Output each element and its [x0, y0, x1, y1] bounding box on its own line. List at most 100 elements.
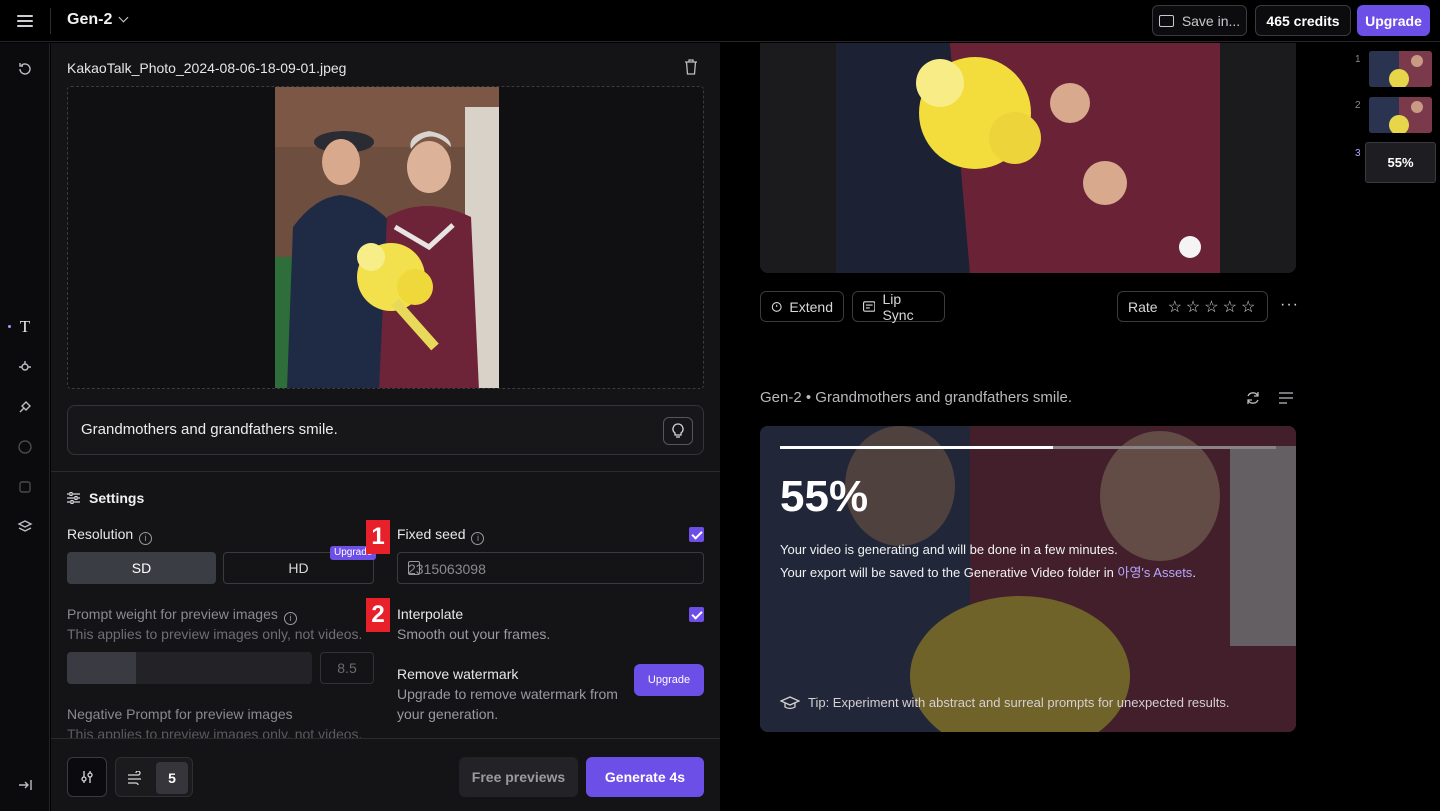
menu-icon[interactable]: [17, 13, 33, 29]
assets-link[interactable]: 아영's Assets: [1118, 565, 1193, 580]
trash-icon[interactable]: [684, 59, 698, 75]
fixed-seed-checkbox[interactable]: [689, 527, 704, 542]
clock-icon: [771, 302, 782, 312]
input-panel: KakaoTalk_Photo_2024-08-06-18-09-01.jpeg: [51, 43, 720, 811]
prompt-suggest-button[interactable]: [663, 417, 693, 445]
history-icon[interactable]: [15, 59, 35, 79]
lip-sync-label: Lip Sync: [882, 290, 914, 323]
graduation-cap-icon: [780, 695, 800, 709]
extend-label: Extend: [789, 298, 833, 315]
prompt-weight-value[interactable]: 8.5: [320, 652, 374, 684]
info-icon[interactable]: i: [283, 612, 297, 625]
model-selector[interactable]: Gen-2: [67, 11, 129, 29]
interpolate-sub: Smooth out your frames.: [397, 626, 551, 642]
settings-title: Settings: [89, 490, 145, 506]
settings-header[interactable]: Settings: [67, 490, 144, 506]
thumb-number: 1: [1355, 54, 1361, 65]
save-in-label: Save in...: [1181, 12, 1241, 29]
generation-progress-card: 55% Your video is generating and will be…: [760, 426, 1296, 732]
lip-sync-button[interactable]: Lip Sync: [852, 290, 945, 323]
text-to-video-icon[interactable]: T: [15, 317, 35, 337]
thumbnail-3-progress[interactable]: 55%: [1365, 142, 1436, 183]
remove-watermark-sub-2: your generation.: [397, 706, 499, 722]
details-icon[interactable]: [1279, 392, 1293, 404]
tip: Tip: Experiment with abstract and surrea…: [780, 695, 1229, 710]
generated-video-preview[interactable]: [760, 43, 1296, 273]
more-options-icon[interactable]: ···: [1280, 296, 1299, 314]
progress-fill: [780, 446, 1053, 449]
layers-icon[interactable]: [15, 517, 35, 537]
thumbnail-1[interactable]: [1369, 51, 1432, 87]
divider: [50, 8, 51, 34]
copy-icon[interactable]: [408, 561, 420, 575]
credits-button[interactable]: 465 credits: [1255, 5, 1351, 36]
image-drop-area[interactable]: [67, 86, 704, 389]
star-icon[interactable]: ☆: [1223, 297, 1237, 317]
palette-icon[interactable]: [15, 437, 35, 457]
generate-button[interactable]: Generate 4s: [586, 757, 704, 797]
interpolate-label: Interpolate: [397, 606, 464, 622]
resolution-sd-option[interactable]: SD: [67, 552, 216, 584]
upgrade-button[interactable]: Upgrade: [1357, 5, 1430, 36]
free-previews-button[interactable]: Free previews: [459, 757, 578, 797]
thumbnail-2[interactable]: [1369, 97, 1432, 133]
rate-control: Rate ☆ ☆ ☆ ☆ ☆: [1117, 291, 1268, 322]
export-message-text: Your export will be saved to the Generat…: [780, 565, 1118, 580]
motion-icon[interactable]: [15, 357, 35, 377]
negative-prompt-label: Negative Prompt for preview images: [67, 706, 293, 722]
chevron-down-icon: [118, 12, 129, 23]
status-message: Your video is generating and will be don…: [780, 542, 1118, 557]
uploaded-photo: [275, 87, 499, 388]
upgrade-label: Upgrade: [1365, 12, 1422, 29]
remove-watermark-label: Remove watermark: [397, 666, 519, 682]
annotation-marker-1: 1: [366, 520, 390, 554]
sliders-icon: [67, 492, 80, 504]
remove-watermark-sub-1: Upgrade to remove watermark from: [397, 686, 618, 702]
folder-icon: [1158, 14, 1174, 27]
export-message-end: .: [1192, 565, 1196, 580]
info-icon[interactable]: i: [139, 532, 153, 545]
thumb-number: 3: [1355, 148, 1361, 159]
tune-icon: [81, 771, 93, 783]
video-count-control[interactable]: 5: [115, 757, 193, 797]
star-icon[interactable]: ☆: [1168, 297, 1182, 317]
top-bar: Gen-2 Save in... 465 credits Upgrade: [0, 0, 1440, 42]
star-icon[interactable]: ☆: [1241, 297, 1255, 317]
progress-bar: [780, 446, 1276, 449]
fixed-seed-label: Fixed seed i: [397, 526, 485, 545]
brush-icon[interactable]: [15, 397, 35, 417]
divider: [51, 471, 720, 472]
resolution-label: Resolution i: [67, 526, 153, 545]
remove-watermark-upgrade-button[interactable]: Upgrade: [634, 664, 704, 696]
prompt-weight-label-text: Prompt weight for preview images: [67, 606, 278, 622]
star-icon[interactable]: ☆: [1186, 297, 1200, 317]
prompt-weight-sub: This applies to preview images only, not…: [67, 626, 363, 642]
thumb-number: 2: [1355, 100, 1361, 111]
prompt-text: Grandmothers and grandfathers smile.: [81, 421, 338, 438]
refresh-icon[interactable]: [1245, 390, 1261, 406]
hd-label: HD: [288, 560, 309, 576]
rate-label: Rate: [1128, 298, 1158, 315]
file-name: KakaoTalk_Photo_2024-08-06-18-09-01.jpeg: [67, 60, 347, 76]
seed-input[interactable]: 2315063098: [397, 552, 704, 584]
resolution-label-text: Resolution: [67, 526, 134, 542]
info-icon[interactable]: i: [471, 532, 485, 545]
prompt-weight-slider[interactable]: [67, 652, 312, 684]
model-name: Gen-2: [67, 11, 113, 28]
active-dot: [8, 325, 11, 328]
tip-text: Tip: Experiment with abstract and surrea…: [808, 695, 1230, 710]
collapse-panel-icon[interactable]: [15, 775, 35, 795]
extend-button[interactable]: Extend: [760, 291, 844, 322]
advanced-settings-button[interactable]: [67, 757, 107, 797]
video-count-value: 5: [156, 762, 188, 794]
star-icon[interactable]: ☆: [1204, 297, 1218, 317]
frame-icon[interactable]: [15, 477, 35, 497]
prompt-input[interactable]: Grandmothers and grandfathers smile.: [67, 405, 704, 455]
generation-title: Gen-2 • Grandmothers and grandfathers sm…: [760, 389, 1073, 406]
save-in-button[interactable]: Save in...: [1152, 5, 1247, 36]
interpolate-checkbox[interactable]: [689, 607, 704, 622]
tool-rail: T: [0, 43, 50, 811]
wind-icon: [128, 771, 141, 785]
generation-thumbnails: 1 2 3 55%: [1355, 43, 1440, 243]
credits-label: 465 credits: [1266, 12, 1340, 29]
